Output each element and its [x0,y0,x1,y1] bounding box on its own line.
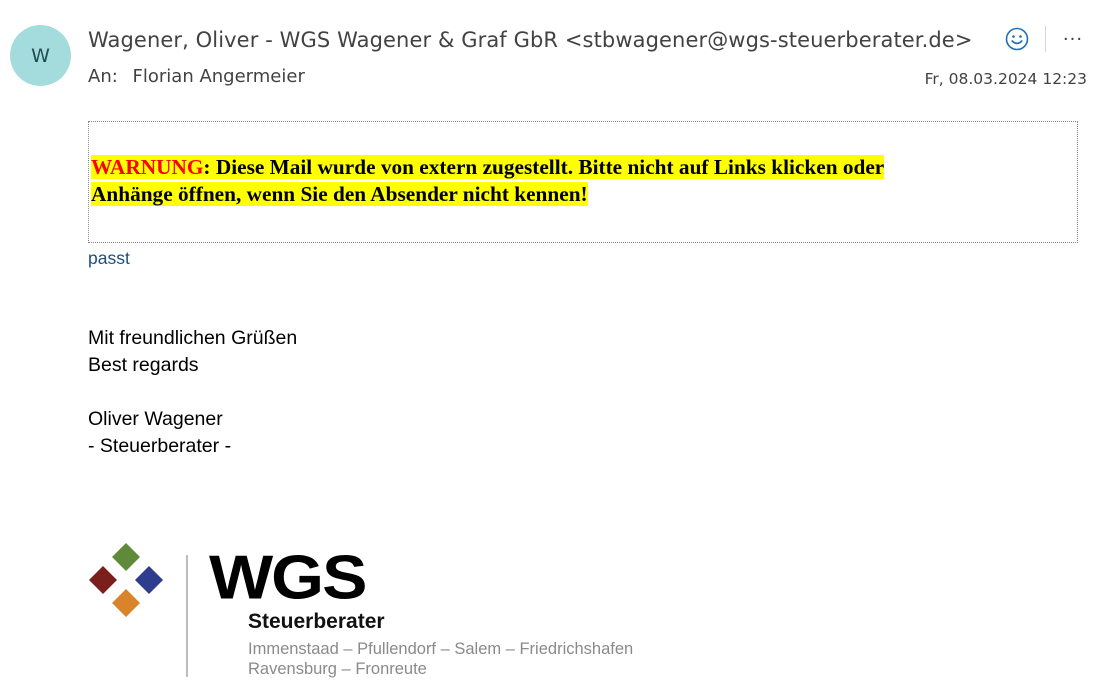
more-actions-button[interactable]: ··· [1060,26,1086,52]
more-icon: ··· [1062,28,1084,50]
to-label: An: [88,66,118,87]
reaction-button[interactable] [1004,26,1030,52]
signature-greeting-de: Mit freundlichen Grüßen [88,327,298,349]
warning-text: WARNUNG: Diese Mail wurde von extern zug… [91,154,1031,208]
diamond-red [89,566,117,594]
warning-line2: Anhänge öffnen, wenn Sie den Absender ni… [91,182,588,206]
avatar-initial: W [31,44,50,67]
sender-avatar[interactable]: W [10,25,71,86]
diamond-green [112,543,140,571]
warning-line1: : Diese Mail wurde von extern zugestellt… [203,155,885,179]
signature-greeting-en: Best regards [88,354,199,376]
diamond-blue [135,566,163,594]
reply-text: passt [88,248,130,268]
smiley-icon [1005,27,1029,51]
logo-divider [186,555,188,677]
company-logo: WGS Steuerberater Immenstaad – Pfullendo… [88,540,688,690]
warning-keyword: WARNUNG [91,155,204,179]
received-datetime: Fr, 08.03.2024 12:23 [924,70,1087,88]
recipient-name[interactable]: Florian Angermeier [133,66,305,87]
external-warning-banner: WARNUNG: Diese Mail wurde von extern zug… [88,121,1078,243]
logo-subtitle: Steuerberater [248,610,385,633]
sender-name[interactable]: Wagener, Oliver - WGS Wagener & Graf GbR… [88,28,973,52]
signature-name: Oliver Wagener [88,408,223,430]
toolbar-divider [1045,26,1046,52]
recipient-row: An: Florian Angermeier [88,66,305,87]
signature-title: - Steuerberater - [88,435,232,457]
logo-locations-line2: Ravensburg – Fronreute [248,660,427,678]
diamond-orange [112,589,140,617]
diamond-logo-icon [89,543,163,617]
logo-brand: WGS [209,542,367,613]
logo-locations-line1: Immenstaad – Pfullendorf – Salem – Fried… [248,640,634,658]
